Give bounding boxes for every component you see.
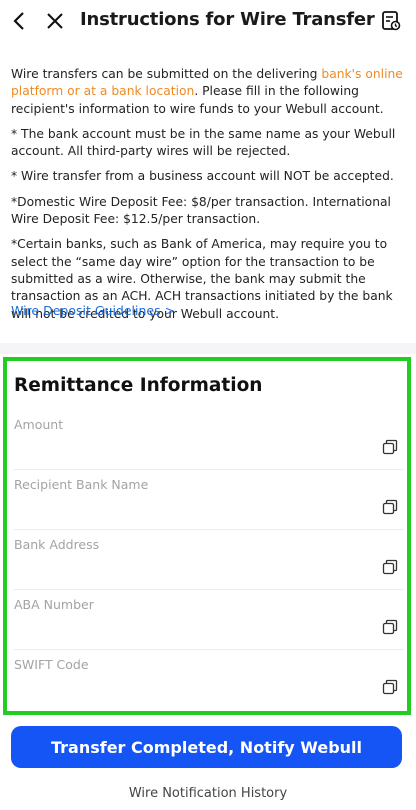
intro-prefix: Wire transfers can be submitted on the d…: [11, 67, 322, 81]
page-title: Instructions for Wire Transfer: [80, 9, 375, 30]
back-chevron-icon[interactable]: [6, 8, 32, 34]
wire-notification-history-link[interactable]: Wire Notification History: [0, 786, 416, 801]
header: Instructions for Wire Transfer: [0, 0, 416, 44]
field-aba-number: ABA Number: [14, 589, 404, 650]
field-label: Recipient Bank Name: [14, 477, 149, 492]
copy-icon[interactable]: [382, 619, 398, 635]
field-label: ABA Number: [14, 597, 94, 612]
transfer-completed-button[interactable]: Transfer Completed, Notify Webull: [11, 726, 402, 768]
document-icon[interactable]: [378, 8, 404, 34]
field-swift-code: SWIFT Code: [14, 649, 404, 709]
copy-icon[interactable]: [382, 499, 398, 515]
note-fees: *Domestic Wire Deposit Fee: $8/per trans…: [11, 194, 391, 227]
remittance-information-section: Remittance Information Amount Recipient …: [3, 357, 411, 715]
field-label: Amount: [14, 417, 64, 432]
copy-icon[interactable]: [382, 439, 398, 455]
field-label: SWIFT Code: [14, 657, 89, 672]
instructions-text: Wire transfers can be submitted on the d…: [11, 66, 403, 331]
wire-deposit-guidelines-link[interactable]: Wire Deposit Guidelines >: [11, 303, 175, 318]
close-icon[interactable]: [42, 8, 68, 34]
section-divider: [0, 343, 416, 354]
remittance-title: Remittance Information: [14, 375, 263, 396]
field-amount: Amount: [14, 409, 404, 470]
field-label: Bank Address: [14, 537, 100, 552]
field-recipient-bank-name: Recipient Bank Name: [14, 469, 404, 530]
copy-icon[interactable]: [382, 559, 398, 575]
note-same-name: * The bank account must be in the same n…: [11, 126, 396, 159]
field-bank-address: Bank Address: [14, 529, 404, 590]
copy-icon[interactable]: [382, 679, 398, 695]
intro-paragraph: Wire transfers can be submitted on the d…: [11, 66, 403, 118]
note-business-account: * Wire transfer from a business account …: [11, 169, 394, 184]
